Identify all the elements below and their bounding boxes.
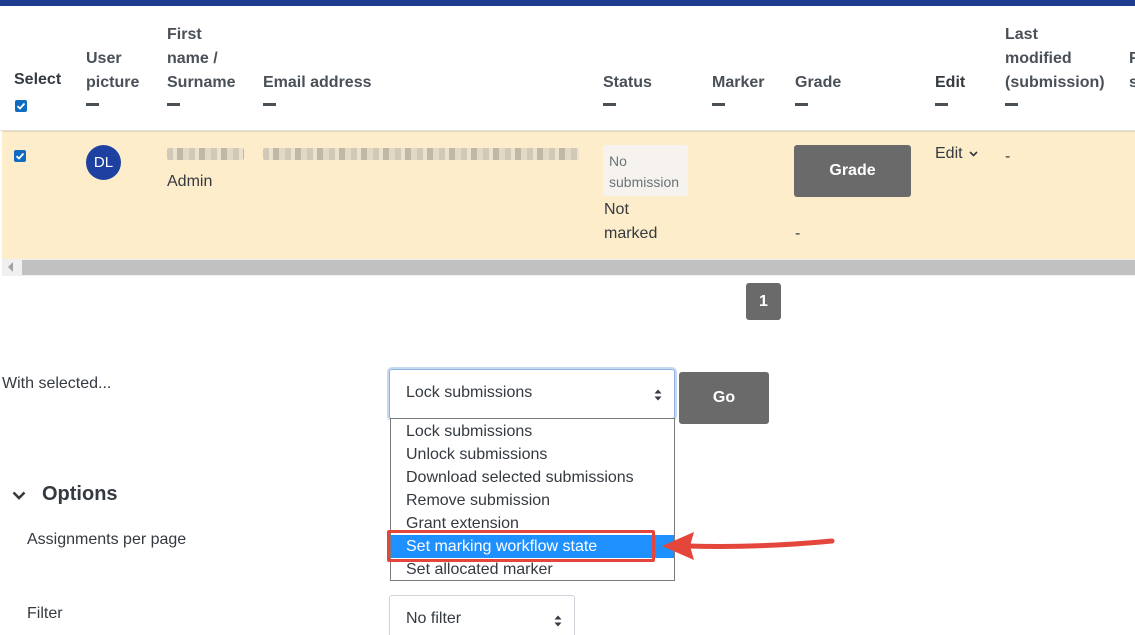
dropdown-option-download[interactable]: Download selected submissions <box>391 466 674 489</box>
header-status[interactable]: Status <box>603 71 652 106</box>
pagination-page-1[interactable]: 1 <box>746 283 781 320</box>
header-user-picture[interactable]: User picture <box>86 47 139 106</box>
scroll-left-arrow-icon[interactable] <box>8 262 13 272</box>
dropdown-option-unlock[interactable]: Unlock submissions <box>391 443 674 466</box>
sort-toggle-icon[interactable] <box>935 103 948 106</box>
header-name[interactable]: First name / Surname <box>167 23 235 106</box>
row-select-checkbox[interactable] <box>14 150 26 162</box>
bulk-action-select[interactable]: Lock submissions <box>389 369 675 419</box>
sort-toggle-icon[interactable] <box>86 103 99 106</box>
header-marker[interactable]: Marker <box>712 71 764 106</box>
assignments-per-page-label: Assignments per page <box>27 531 187 548</box>
marking-status: Not marked <box>604 201 658 242</box>
grade-value: - <box>795 225 801 242</box>
with-selected-label: With selected... <box>2 375 112 392</box>
header-next-column[interactable]: F s <box>1129 47 1135 95</box>
top-brand-bar <box>0 0 1135 6</box>
edit-menu-button[interactable]: Edit <box>935 145 978 163</box>
chevron-down-icon <box>969 151 978 157</box>
last-modified-value: - <box>1005 148 1011 165</box>
check-icon <box>16 102 26 110</box>
sort-toggle-icon[interactable] <box>712 103 725 106</box>
filter-label: Filter <box>27 605 63 622</box>
dropdown-option-lock[interactable]: Lock submissions <box>391 420 674 443</box>
select-updown-icon <box>654 389 662 401</box>
redacted-email <box>263 148 579 160</box>
annotation-arrow-icon <box>662 532 835 560</box>
header-last-modified[interactable]: Last modified (submission) <box>1005 23 1105 106</box>
go-button[interactable]: Go <box>679 372 769 424</box>
user-surname[interactable]: Admin <box>167 170 212 194</box>
sort-toggle-icon[interactable] <box>167 103 180 106</box>
filter-select[interactable]: No filter <box>389 595 575 635</box>
dropdown-option-remove[interactable]: Remove submission <box>391 489 674 512</box>
check-icon <box>15 152 25 160</box>
sort-toggle-icon[interactable] <box>795 103 808 106</box>
header-grade[interactable]: Grade <box>795 71 841 106</box>
redacted-first-name <box>167 148 244 160</box>
chevron-down-icon[interactable] <box>12 491 26 501</box>
avatar[interactable]: DL <box>86 145 121 180</box>
options-section-title[interactable]: Options <box>42 483 118 506</box>
select-updown-icon <box>554 615 562 627</box>
header-email[interactable]: Email address <box>263 71 372 106</box>
sort-toggle-icon[interactable] <box>263 103 276 106</box>
select-all-checkbox[interactable] <box>15 100 27 112</box>
header-edit: Edit <box>935 71 965 106</box>
status-badge: No submission <box>603 145 688 196</box>
sort-toggle-icon[interactable] <box>1005 103 1018 106</box>
annotation-highlight-box <box>387 530 655 562</box>
header-select: Select <box>14 71 61 89</box>
scrollbar-thumb[interactable] <box>22 260 1135 275</box>
sort-toggle-icon[interactable] <box>603 103 616 106</box>
header-select-label: Select <box>14 71 62 88</box>
grade-button[interactable]: Grade <box>794 145 911 197</box>
